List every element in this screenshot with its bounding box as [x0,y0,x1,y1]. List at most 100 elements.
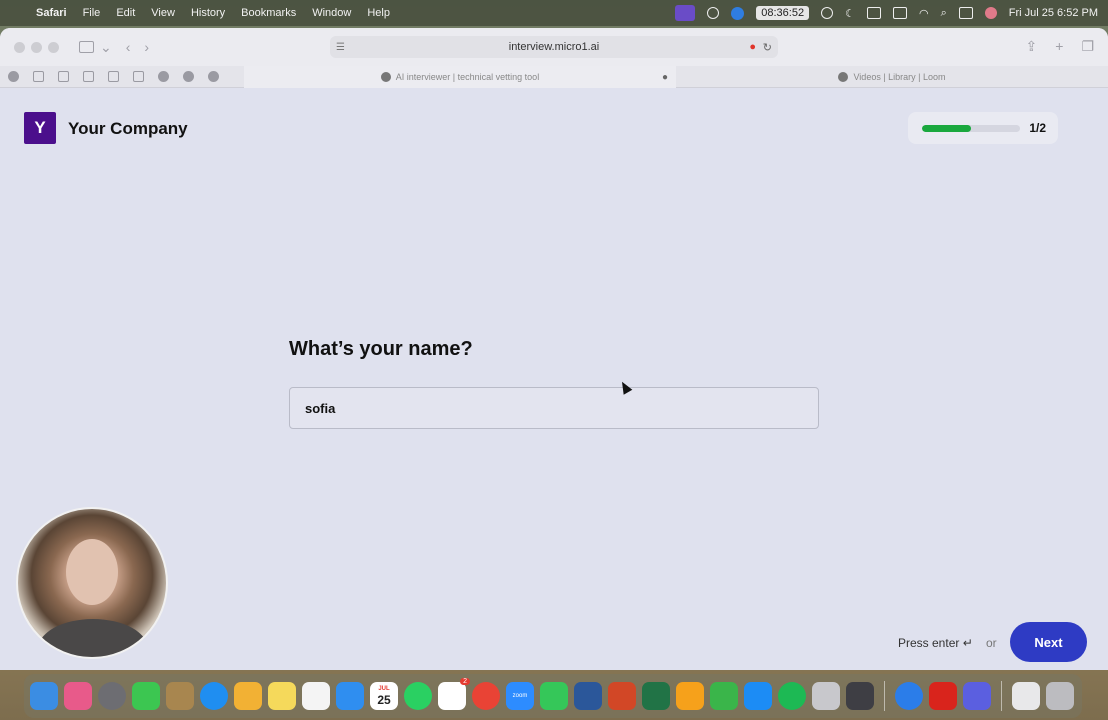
next-button[interactable]: Next [1010,622,1087,662]
quicktime-icon[interactable] [846,682,874,710]
spotify-icon[interactable] [778,682,806,710]
progress-track [922,124,1020,132]
screen-record-icon[interactable] [675,5,696,21]
pinned-tab-drive-icon[interactable] [58,71,69,82]
pinned-tab-linkedin-icon[interactable] [133,71,144,82]
finder-icon[interactable] [30,682,58,710]
facetime-icon[interactable] [540,682,568,710]
notes-icon[interactable] [268,682,296,710]
dock-separator [884,681,885,711]
progress-text: 1/2 [1029,121,1046,135]
messages-icon[interactable] [132,682,160,710]
calendar-icon[interactable]: JUL 25 [370,682,398,710]
pinned-tab-icon[interactable] [183,71,194,82]
company-logo: Y [24,112,56,144]
menu-bookmarks[interactable]: Bookmarks [241,7,296,19]
zoom-window-button[interactable] [48,41,59,53]
powerpoint-icon[interactable] [608,682,636,710]
interview-page: Y Your Company 1/2 What’s your name? Pre… [0,88,1108,670]
reload-icon[interactable]: ↻ [763,41,772,54]
menu-help[interactable]: Help [367,7,390,19]
sidebar-toggle-icon[interactable] [79,41,94,53]
acrobat-icon[interactable] [929,682,957,710]
back-icon[interactable]: ‹ [126,39,131,55]
chevron-down-icon[interactable]: ⌄ [100,39,112,56]
numbers-icon[interactable] [710,682,738,710]
safari-toolbar: ⌄ ‹ › ☰ interview.micro1.ai ● ↻ ⇪ + ❐ [0,28,1108,66]
tab-favicon-icon [380,72,391,82]
keyboard-icon[interactable] [892,7,907,19]
system-settings-icon[interactable] [98,682,126,710]
pages-icon[interactable] [676,682,704,710]
menubar-status-area: 08:36:52 ☾ ◠ ⌕ Fri Jul 25 6:52 PM [675,5,1098,21]
play-icon[interactable] [821,7,834,19]
menubar: Safari File Edit View History Bookmarks … [0,0,1108,26]
folder-icon[interactable] [166,682,194,710]
dock-separator [1001,681,1002,711]
forward-icon[interactable]: › [144,39,149,55]
menu-app-name[interactable]: Safari [36,7,67,19]
close-window-button[interactable] [14,41,25,53]
tab-ai-interviewer[interactable]: AI interviewer | technical vetting tool … [244,66,676,88]
tab-favicon-icon [838,72,849,82]
safari-window: ⌄ ‹ › ☰ interview.micro1.ai ● ↻ ⇪ + ❐ AI… [0,28,1108,670]
wifi-icon[interactable]: ◠ [919,7,929,20]
dock: JUL 25 2 zoom [24,674,1082,718]
launchpad-icon[interactable] [64,682,92,710]
chrome-icon[interactable] [472,682,500,710]
or-separator: or [986,636,997,650]
zoom-icon[interactable]: zoom [506,682,534,710]
pinned-tab-icon[interactable] [8,71,19,82]
siri-icon[interactable] [984,7,997,19]
new-tab-icon[interactable]: + [1055,38,1063,55]
word-icon[interactable] [574,682,602,710]
tab-microphone-icon[interactable]: ● [662,72,668,83]
tab-title: AI interviewer | technical vetting tool [395,72,540,82]
settings-gear-icon[interactable] [731,6,745,20]
pinned-tab-tool-icon[interactable] [108,71,119,82]
tab-loom-library[interactable]: Videos | Library | Loom [676,66,1108,88]
control-center-icon[interactable] [958,7,973,19]
pinned-tab-doc-icon[interactable] [83,71,94,82]
slack-badge: 2 [460,678,470,685]
minimize-window-button[interactable] [31,41,42,53]
battery-icon[interactable] [866,7,881,19]
menu-window[interactable]: Window [312,7,351,19]
page-menu-icon[interactable]: ☰ [336,42,345,53]
app-store-icon[interactable] [744,682,772,710]
recording-timer[interactable]: 08:36:52 [756,6,810,20]
pinned-tab-mail-icon[interactable] [33,71,44,82]
sync-icon[interactable] [707,7,720,19]
moon-icon[interactable]: ☾ [845,7,855,20]
app-icon[interactable] [895,682,923,710]
menubar-datetime[interactable]: Fri Jul 25 6:52 PM [1009,7,1098,19]
name-input[interactable] [289,387,819,429]
reminders-icon[interactable] [302,682,330,710]
microphone-icon[interactable]: ● [749,41,756,53]
company-name: Your Company [68,119,188,138]
safari-icon[interactable] [200,682,228,710]
share-icon[interactable]: ⇪ [1026,38,1038,55]
perplexity-icon[interactable] [963,682,991,710]
tab-overview-icon[interactable]: ❐ [1081,38,1094,55]
pinned-tab-reddit-icon[interactable] [158,71,169,82]
calendar-month: JUL [378,685,390,692]
downloads-folder-icon[interactable] [1012,682,1040,710]
whatsapp-icon[interactable] [404,682,432,710]
question-heading: What’s your name? [289,338,473,360]
webcam-shirt [38,619,148,657]
menu-file[interactable]: File [83,7,101,19]
menu-edit[interactable]: Edit [116,7,135,19]
spotlight-search-icon[interactable]: ⌕ [941,7,947,20]
photos-icon[interactable] [234,682,262,710]
address-bar[interactable]: ☰ interview.micro1.ai ● ↻ [330,36,778,58]
iphone-mirroring-icon[interactable] [812,682,840,710]
menu-view[interactable]: View [151,7,175,19]
excel-icon[interactable] [642,682,670,710]
pinned-tab-icon[interactable] [208,71,219,82]
mail-icon[interactable] [336,682,364,710]
slack-icon[interactable]: 2 [438,678,470,710]
menu-history[interactable]: History [191,7,225,19]
trash-icon[interactable] [1046,682,1074,710]
webcam-face [66,539,118,605]
